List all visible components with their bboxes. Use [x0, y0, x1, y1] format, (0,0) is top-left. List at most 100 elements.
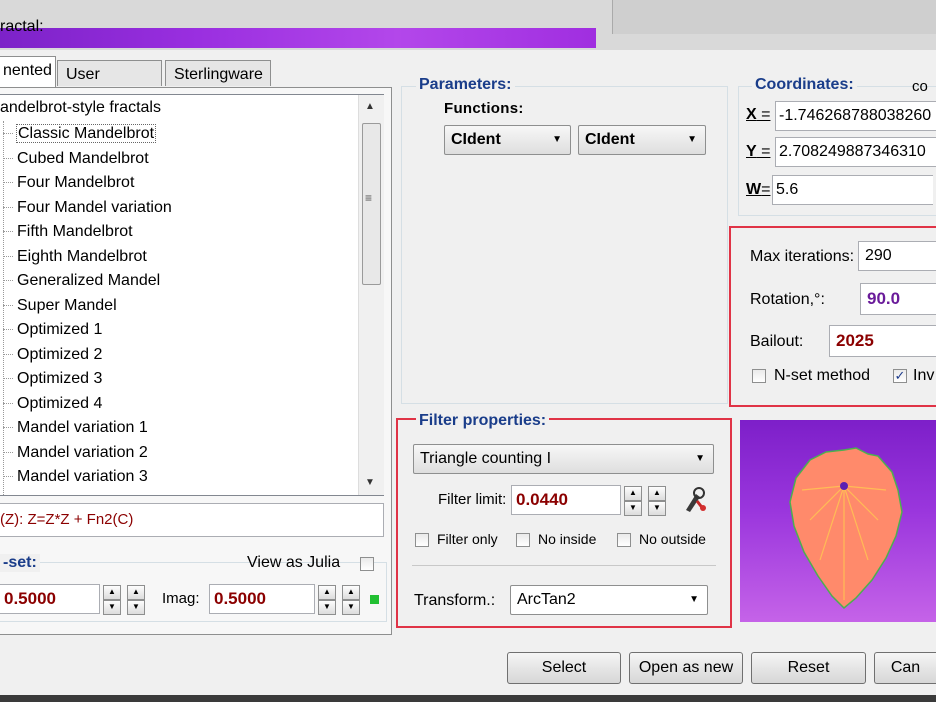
tree-item[interactable]: Optimized 2 — [3, 344, 103, 366]
tree-item-label: Cubed Mandelbrot — [17, 149, 149, 167]
function1-value: CIdent — [451, 131, 501, 148]
tree-connector — [3, 157, 13, 159]
inv-label: Inv — [913, 367, 935, 384]
filter-tool-icon[interactable] — [682, 486, 708, 514]
checkmark-icon: ✓ — [894, 368, 906, 383]
max-iterations-input[interactable]: 290 — [858, 241, 936, 271]
no-outside-checkbox[interactable] — [617, 533, 631, 547]
tree-connector — [3, 255, 13, 257]
select-button[interactable]: Select — [507, 652, 621, 684]
tree-item[interactable]: Mandel variation 3 — [3, 466, 149, 488]
filter-only-checkbox[interactable] — [415, 533, 429, 547]
imag-spinner[interactable]: ▲ ▼ — [318, 585, 336, 615]
w-input[interactable]: 5.6 — [772, 175, 933, 205]
tree-item[interactable]: Cubed Mandelbrot — [3, 148, 150, 170]
tree-connector — [3, 280, 13, 282]
tree-connector — [3, 476, 13, 478]
real-input[interactable]: 0.5000 — [0, 584, 100, 614]
imag-label: Imag: — [162, 590, 200, 607]
tree-item[interactable]: Classic Mandelbrot — [3, 123, 157, 145]
tree-connector — [3, 451, 13, 453]
tab-sterlingware[interactable]: Sterlingware — [165, 60, 271, 86]
x-label: X = — [746, 106, 771, 123]
no-inside-checkbox[interactable] — [516, 533, 530, 547]
fractal-tree[interactable]: andelbrot-style fractals Classic Mandelb… — [0, 94, 384, 496]
filter-method-select[interactable]: Triangle counting I ▼ — [413, 444, 714, 474]
x-input[interactable]: -1.746268788038260 — [775, 101, 936, 131]
transform-select[interactable]: ArcTan2 ▼ — [510, 585, 708, 615]
tree-item-label: Four Mandel variation — [17, 198, 172, 216]
tree-item-label: Mandel variation 2 — [17, 443, 148, 461]
function2-select[interactable]: CIdent ▼ — [578, 125, 706, 155]
status-indicator — [370, 595, 379, 604]
real-spinner-alt[interactable]: ▲ ▼ — [127, 585, 145, 615]
tree-item-label: Optimized 2 — [17, 345, 103, 363]
tree-connector — [3, 304, 13, 306]
tree-scrollbar[interactable]: ▲ ≡ ▼ — [358, 95, 384, 495]
bailout-label: Bailout: — [750, 333, 804, 350]
tab-user-formula[interactable]: User formula — [57, 60, 162, 111]
formula-display: (Z): Z=Z*Z + Fn2(C) — [0, 503, 384, 537]
no-inside-label: No inside — [538, 531, 597, 547]
function1-select[interactable]: CIdent ▼ — [444, 125, 571, 155]
tab-implemented[interactable]: nented — [0, 56, 56, 88]
tree-item[interactable]: Mandel variation 1 — [3, 417, 149, 439]
open-as-new-button[interactable]: Open as new — [629, 652, 743, 684]
tree-item-label: Mandel variation 3 — [17, 468, 148, 485]
tree-item[interactable]: Mandel variation 2 — [3, 442, 149, 464]
bailout-input[interactable]: 2025 — [829, 325, 936, 357]
chevron-down-icon: ▼ — [552, 134, 562, 145]
tree-item[interactable]: Optimized 1 — [3, 319, 103, 341]
tree-item-label: Eighth Mandelbrot — [17, 247, 147, 265]
tree-root-label[interactable]: andelbrot-style fractals — [0, 99, 161, 117]
tree-item-label: Optimized 1 — [17, 321, 103, 338]
tree-item[interactable]: Four Mandelbrot — [3, 172, 135, 194]
tree-item[interactable]: Super Mandel — [3, 295, 118, 317]
filter-only-label: Filter only — [437, 531, 498, 547]
tree-item[interactable]: Eighth Mandelbrot — [3, 246, 148, 268]
filter-limit-input[interactable]: 0.0440 — [511, 485, 621, 515]
nset-method-checkbox[interactable] — [752, 369, 766, 383]
scroll-down-icon[interactable]: ▼ — [365, 477, 375, 488]
fractal-preview — [740, 420, 936, 622]
tree-connector — [3, 231, 13, 233]
scroll-up-icon[interactable]: ▲ — [365, 101, 375, 112]
tree-item-label: Generalized Mandel — [17, 272, 161, 289]
view-as-julia-checkbox[interactable] — [360, 557, 374, 571]
real-spinner[interactable]: ▲ ▼ — [103, 585, 121, 615]
tree-item[interactable]: Generalized Mandel — [3, 270, 161, 292]
no-outside-label: No outside — [639, 531, 706, 547]
tree-connector — [3, 353, 13, 355]
chevron-down-icon: ▼ — [689, 594, 699, 605]
filter-limit-spinner[interactable]: ▲ ▼ — [624, 486, 642, 516]
imag-input[interactable]: 0.5000 — [209, 584, 315, 614]
filter-limit-spinner-alt[interactable]: ▲ ▼ — [648, 486, 666, 516]
inv-checkbox[interactable]: ✓ — [893, 369, 907, 383]
tree-item-label: Mandel variation 1 — [17, 419, 148, 436]
tree-item-label: Fifth Mandelbrot — [17, 223, 133, 240]
title-bar-gradient — [0, 28, 596, 48]
reset-button[interactable]: Reset — [751, 652, 866, 684]
rotation-label: Rotation,°: — [750, 291, 825, 308]
taskbar-strip — [0, 695, 936, 702]
nset-method-label: N-set method — [774, 367, 871, 384]
cancel-button[interactable]: Can — [874, 652, 936, 684]
max-iterations-label: Max iterations: — [750, 248, 855, 265]
tree-connector — [3, 182, 13, 184]
tree-connector — [3, 206, 13, 208]
tree-connector — [3, 402, 13, 404]
coordinates-extra-label: co — [912, 78, 928, 95]
tree-item[interactable]: Optimized 4 — [3, 393, 103, 415]
transform-label: Transform.: — [414, 592, 496, 609]
rotation-input[interactable]: 90.0 — [860, 283, 936, 315]
background-window-strip — [612, 0, 936, 34]
coordinates-title: Coordinates: — [752, 76, 857, 94]
tree-item[interactable]: Four Mandel variation — [3, 197, 173, 219]
tree-item[interactable]: Optimized 3 — [3, 368, 103, 390]
filter-properties-title: Filter properties: — [416, 412, 550, 430]
grip-icon: ≡ — [365, 191, 373, 205]
tree-item[interactable]: Fifth Mandelbrot — [3, 221, 134, 243]
imag-spinner-alt[interactable]: ▲ ▼ — [342, 585, 360, 615]
y-input[interactable]: 2.708249887346310 — [775, 137, 936, 167]
y-label: Y = — [746, 143, 771, 160]
